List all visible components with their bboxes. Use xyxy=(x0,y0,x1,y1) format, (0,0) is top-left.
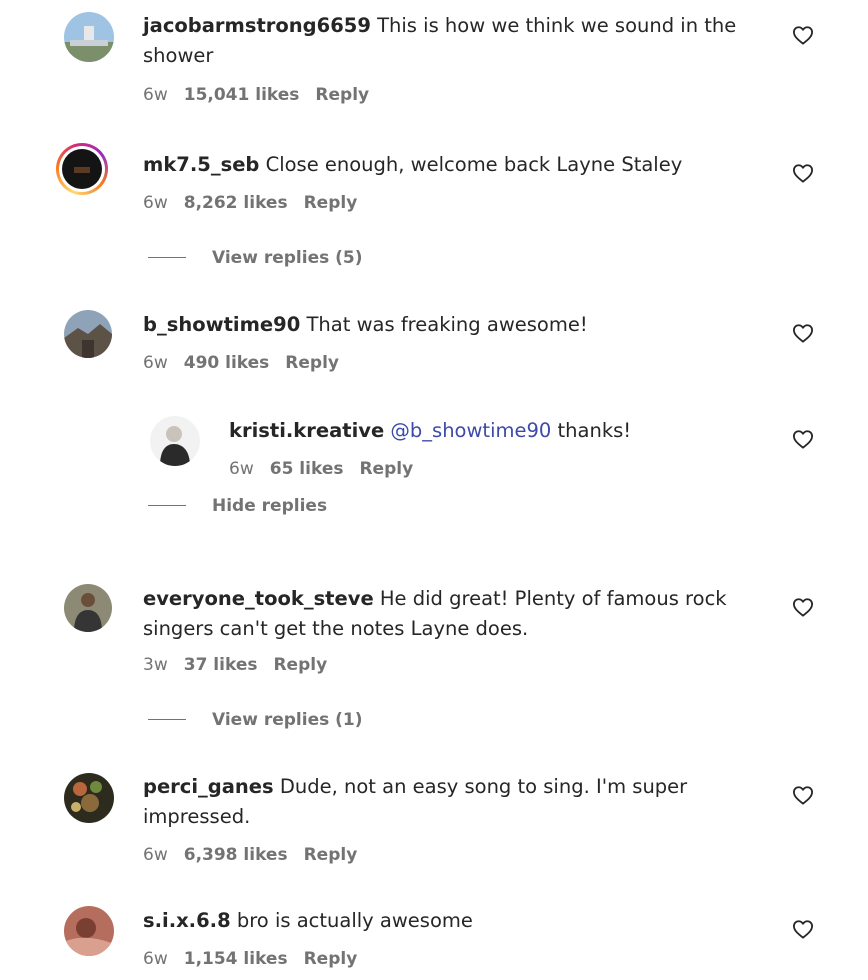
heart-outline-icon[interactable] xyxy=(792,163,814,183)
comment-text: perci_ganes Dude, not an easy song to si… xyxy=(143,772,703,832)
comment-username[interactable]: perci_ganes xyxy=(143,775,274,798)
comment-username[interactable]: b_showtime90 xyxy=(143,313,300,336)
reply-button[interactable]: Reply xyxy=(304,949,358,969)
comment-body: That was freaking awesome! xyxy=(306,313,588,336)
comment-meta: 6w 6,398 likes Reply xyxy=(143,845,373,865)
reply-button[interactable]: Reply xyxy=(273,655,327,675)
likes-count[interactable]: 8,262 likes xyxy=(184,193,288,213)
likes-count[interactable]: 490 likes xyxy=(184,353,270,373)
view-replies-button[interactable]: View replies (5) xyxy=(148,248,363,272)
avatar[interactable] xyxy=(62,149,102,189)
thread-divider xyxy=(148,256,186,258)
comment-text: jacobarmstrong6659 This is how we think … xyxy=(143,11,743,71)
comment-age: 3w xyxy=(143,655,168,675)
comment-username[interactable]: jacobarmstrong6659 xyxy=(143,14,371,37)
comment-age: 6w xyxy=(143,85,168,105)
comment-text: mk7.5_seb Close enough, welcome back Lay… xyxy=(143,150,763,180)
thread-divider xyxy=(148,718,186,720)
comment-age: 6w xyxy=(229,459,254,479)
comment-age: 6w xyxy=(143,353,168,373)
comment-meta: 6w 490 likes Reply xyxy=(143,353,355,373)
avatar[interactable] xyxy=(64,773,114,823)
comment-username[interactable]: kristi.kreative xyxy=(229,419,384,442)
comment-username[interactable]: mk7.5_seb xyxy=(143,153,259,176)
comment-meta: 3w 37 likes Reply xyxy=(143,655,343,675)
avatar[interactable] xyxy=(64,12,114,62)
comment-meta: 6w 1,154 likes Reply xyxy=(143,949,373,969)
view-replies-label: View replies (1) xyxy=(212,710,363,730)
comment-body: bro is actually awesome xyxy=(236,909,473,932)
comment-body: Close enough, welcome back Layne Staley xyxy=(265,153,683,176)
heart-outline-icon[interactable] xyxy=(792,25,814,45)
comment-text: s.i.x.6.8 bro is actually awesome xyxy=(143,906,763,936)
comment-age: 6w xyxy=(143,949,168,969)
comment-text: b_showtime90 That was freaking awesome! xyxy=(143,310,763,340)
comment-text: kristi.kreative @b_showtime90 thanks! xyxy=(229,416,769,446)
avatar[interactable] xyxy=(150,416,200,466)
reply-button[interactable]: Reply xyxy=(285,353,339,373)
reply-button[interactable]: Reply xyxy=(315,85,369,105)
reply-button[interactable]: Reply xyxy=(304,845,358,865)
reply-button[interactable]: Reply xyxy=(359,459,413,479)
mention-link[interactable]: @b_showtime90 xyxy=(390,419,551,442)
comment-meta: 6w 15,041 likes Reply xyxy=(143,85,385,105)
heart-outline-icon[interactable] xyxy=(792,597,814,617)
comment-meta: 6w 8,262 likes Reply xyxy=(143,193,373,213)
avatar[interactable] xyxy=(64,310,112,358)
comment-meta: 6w 65 likes Reply xyxy=(229,459,429,479)
likes-count[interactable]: 1,154 likes xyxy=(184,949,288,969)
comment-username[interactable]: s.i.x.6.8 xyxy=(143,909,231,932)
comment-body: thanks! xyxy=(557,419,632,442)
avatar[interactable] xyxy=(64,906,114,956)
comment-username[interactable]: everyone_took_steve xyxy=(143,587,374,610)
likes-count[interactable]: 37 likes xyxy=(184,655,258,675)
comment-age: 6w xyxy=(143,845,168,865)
heart-outline-icon[interactable] xyxy=(792,785,814,805)
view-replies-button[interactable]: View replies (1) xyxy=(148,710,363,734)
comment-text: everyone_took_steve He did great! Plenty… xyxy=(143,584,743,644)
avatar[interactable] xyxy=(64,584,112,632)
heart-outline-icon[interactable] xyxy=(792,919,814,939)
heart-outline-icon[interactable] xyxy=(792,323,814,343)
reply-button[interactable]: Reply xyxy=(304,193,358,213)
view-replies-label: View replies (5) xyxy=(212,248,363,268)
likes-count[interactable]: 65 likes xyxy=(270,459,344,479)
hide-replies-label: Hide replies xyxy=(212,496,328,516)
thread-divider xyxy=(148,504,186,506)
likes-count[interactable]: 15,041 likes xyxy=(184,85,300,105)
likes-count[interactable]: 6,398 likes xyxy=(184,845,288,865)
comment-age: 6w xyxy=(143,193,168,213)
heart-outline-icon[interactable] xyxy=(792,429,814,449)
hide-replies-button[interactable]: Hide replies xyxy=(148,496,327,520)
